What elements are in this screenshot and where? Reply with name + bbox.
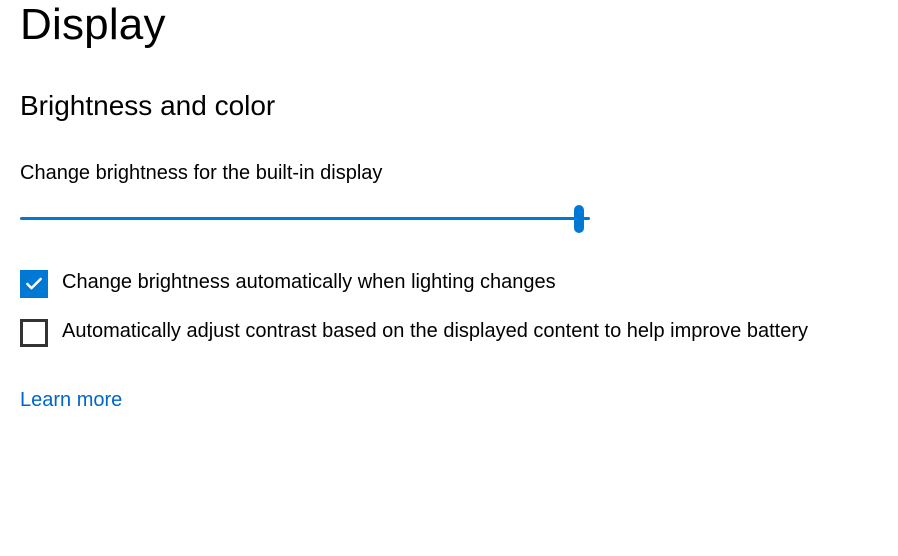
slider-thumb[interactable]	[574, 205, 584, 233]
auto-contrast-checkbox-row[interactable]: Automatically adjust contrast based on t…	[20, 318, 878, 347]
section-brightness-title: Brightness and color	[20, 90, 878, 122]
brightness-slider-label: Change brightness for the built-in displ…	[20, 162, 878, 185]
auto-brightness-label: Change brightness automatically when lig…	[62, 269, 556, 296]
page-title: Display	[20, 0, 878, 50]
slider-track	[20, 217, 590, 220]
auto-brightness-checkbox[interactable]	[20, 270, 48, 298]
brightness-slider[interactable]	[20, 205, 590, 233]
auto-brightness-checkbox-row[interactable]: Change brightness automatically when lig…	[20, 269, 878, 298]
learn-more-link[interactable]: Learn more	[20, 389, 122, 412]
auto-contrast-checkbox[interactable]	[20, 319, 48, 347]
check-icon	[24, 274, 44, 294]
auto-contrast-label: Automatically adjust contrast based on t…	[62, 318, 808, 345]
